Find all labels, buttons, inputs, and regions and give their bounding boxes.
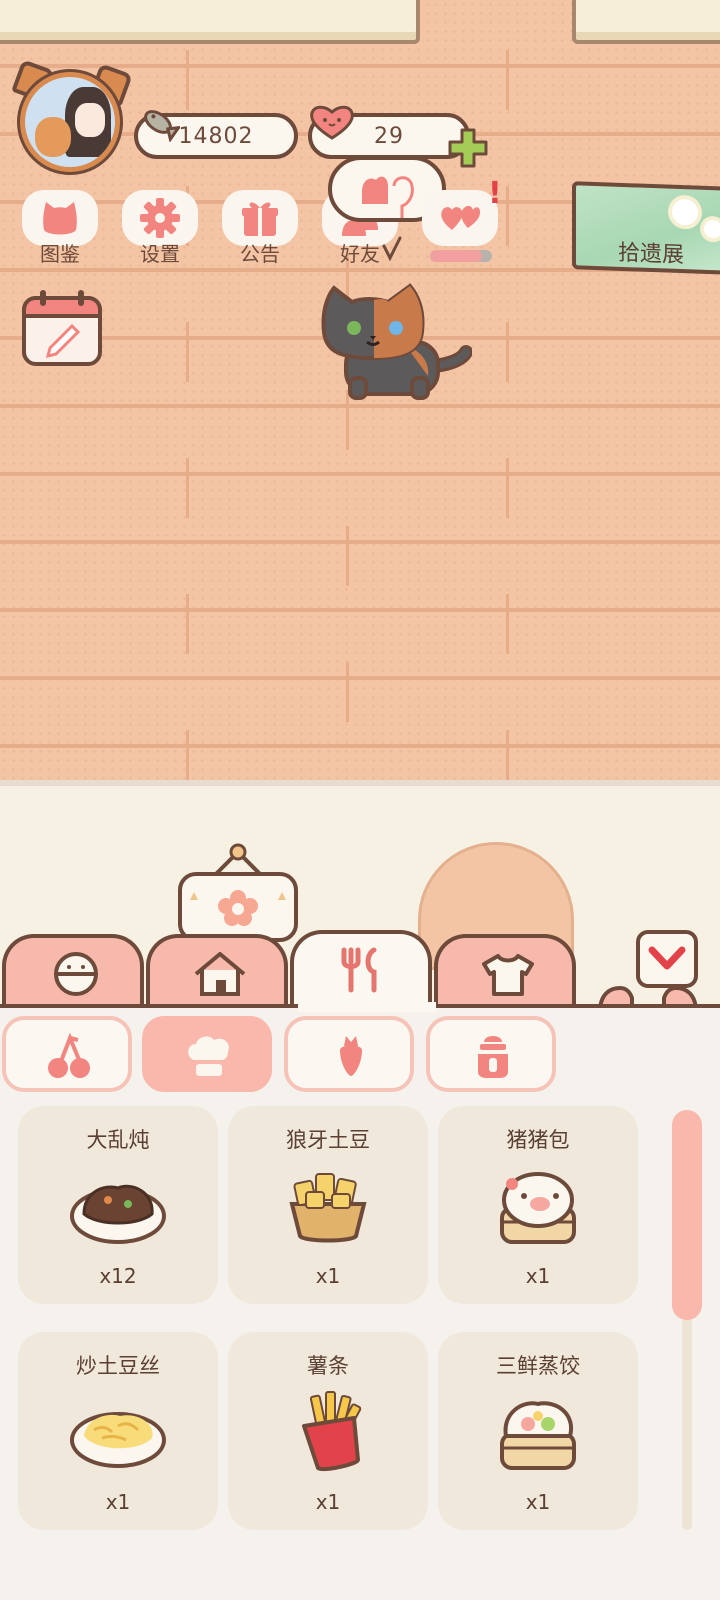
subcategory-fruit[interactable]	[2, 1016, 132, 1092]
food-quantity: x1	[315, 1264, 341, 1288]
shredded-potato-icon	[70, 1412, 166, 1468]
bubble-tail-icon	[382, 236, 402, 262]
subcategory-dishes[interactable]	[142, 1016, 272, 1092]
tab-cat[interactable]	[2, 934, 144, 1008]
chevron-down-icon	[648, 946, 686, 970]
carrot-icon	[340, 1036, 362, 1076]
food-card[interactable]: 三鲜蒸饺 x1	[438, 1332, 638, 1530]
calico-cat-character[interactable]	[316, 280, 472, 404]
exhibition-sign-button[interactable]: 拾遗展	[572, 181, 720, 275]
stew-icon	[70, 1184, 166, 1244]
food-quantity: x1	[525, 1264, 551, 1288]
food-card[interactable]: 炒土豆丝 x1	[18, 1332, 218, 1530]
flower-decoration	[704, 219, 720, 239]
fish-count: 14802	[178, 123, 254, 149]
menu-label-catalog: 图鉴	[40, 242, 80, 266]
notification-alert-icon: !	[488, 176, 502, 211]
cat-head-icon	[43, 202, 77, 235]
menu-button-announcement[interactable]: 公告	[218, 186, 302, 272]
calendar-checkin-icon[interactable]	[20, 288, 104, 368]
house-icon	[194, 952, 246, 996]
heart-count: 29	[374, 123, 404, 149]
chef-hat-icon	[188, 1036, 229, 1076]
heart-icon	[310, 105, 354, 140]
dumpling-icon	[500, 1401, 576, 1470]
food-card[interactable]: 猪猪包 x1	[438, 1106, 638, 1304]
add-heart-button[interactable]	[446, 126, 490, 170]
food-card[interactable]: 狼牙土豆 x1	[228, 1106, 428, 1304]
exhibition-label: 拾遗展	[617, 240, 684, 269]
food-quantity: x12	[99, 1264, 137, 1288]
gear-icon	[140, 198, 180, 238]
food-name: 狼牙土豆	[286, 1128, 370, 1152]
food-quantity: x1	[315, 1490, 341, 1514]
fork-spoon-icon	[341, 947, 377, 993]
tab-house[interactable]	[146, 934, 288, 1008]
subcategory-condiments[interactable]	[426, 1016, 556, 1092]
hearts-icon	[441, 205, 480, 230]
food-name: 大乱炖	[86, 1128, 150, 1152]
collapse-panel-button[interactable]	[636, 930, 698, 988]
menu-label-settings: 设置	[140, 242, 180, 266]
food-card[interactable]: 大乱炖 x12	[18, 1106, 218, 1304]
cat-paw-icon	[362, 176, 414, 218]
food-quantity: x1	[105, 1490, 131, 1514]
tab-clothes[interactable]	[434, 934, 576, 1008]
fish-icon	[144, 110, 180, 142]
menu-label-announcement: 公告	[240, 242, 280, 266]
cherry-icon	[48, 1032, 90, 1078]
fries-icon	[302, 1391, 362, 1471]
food-quantity: x1	[525, 1490, 551, 1514]
gift-icon	[242, 202, 278, 236]
shirt-icon	[482, 954, 534, 996]
flower-decoration	[672, 198, 698, 226]
jar-icon	[478, 1036, 508, 1078]
tab-food[interactable]	[290, 930, 432, 1010]
food-card[interactable]: 薯条 x1	[228, 1332, 428, 1530]
menu-button-catalog[interactable]: 图鉴	[18, 186, 102, 272]
player-avatar[interactable]	[11, 59, 133, 176]
shelf-left	[0, 0, 420, 44]
hanging-flower-sign	[178, 843, 298, 942]
cat-ball-icon	[54, 952, 98, 996]
scrollbar-thumb[interactable]	[672, 1110, 702, 1320]
food-name: 炒土豆丝	[76, 1354, 160, 1378]
menu-button-settings[interactable]: 设置	[118, 186, 202, 272]
food-name: 三鲜蒸饺	[496, 1354, 580, 1378]
shelf-right	[572, 0, 720, 44]
active-tab-joint	[298, 1002, 436, 1012]
pig-bun-icon	[500, 1172, 576, 1244]
potato-icon	[289, 1173, 367, 1243]
subcategory-vegetables[interactable]	[284, 1016, 414, 1092]
food-name: 薯条	[307, 1354, 349, 1378]
food-name: 猪猪包	[506, 1128, 570, 1152]
favorites-progress-bar	[430, 250, 492, 262]
avatar	[20, 72, 120, 172]
